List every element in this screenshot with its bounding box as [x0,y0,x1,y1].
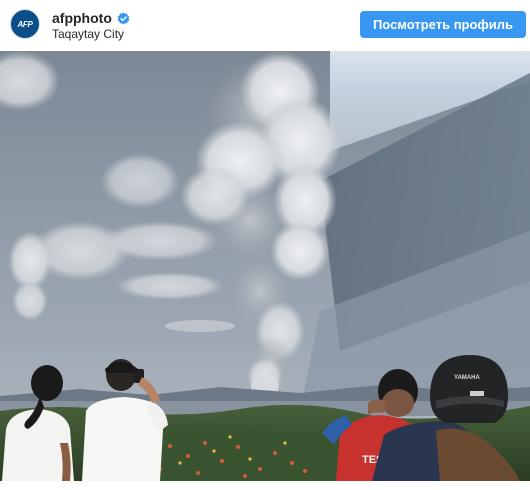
view-profile-button[interactable]: Посмотреть профиль [360,11,526,38]
username[interactable]: afpphoto [52,10,112,26]
volcano-eruption-photo: TESTE YAMAHA [0,51,530,481]
post-photo[interactable]: TESTE YAMAHA [0,51,530,481]
verified-badge-icon [117,12,130,24]
photo-bottom-border [0,481,530,490]
avatar[interactable]: AFP [10,9,40,39]
helmet-text: YAMAHA [454,375,480,381]
location-link[interactable]: Taqaytay City [52,27,124,41]
post-header: AFP afpphoto Taqaytay City Посмотреть пр… [0,0,530,50]
avatar-logo-text: AFP [17,19,33,29]
username-row: afpphoto [52,10,130,26]
